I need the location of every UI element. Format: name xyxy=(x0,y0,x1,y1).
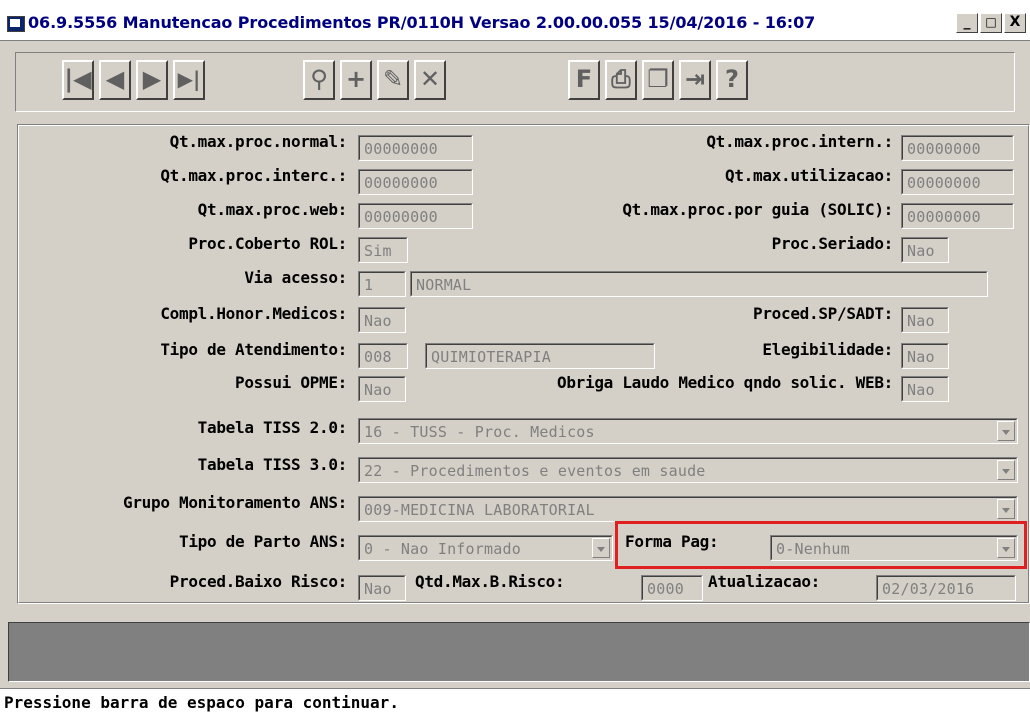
grupo-monitoramento-select[interactable]: 009-MEDICINA LABORATORIAL xyxy=(358,496,1018,522)
obriga-laudo-field[interactable]: Nao xyxy=(901,376,949,402)
tipo-parto-select[interactable]: 0 - Nao Informado xyxy=(358,535,613,561)
qt-max-utilizacao-field[interactable]: 00000000 xyxy=(901,169,1014,195)
proced-sp-sadt-label: Proced.SP/SADT: xyxy=(753,304,893,323)
compl-honor-medicos-label: Compl.Honor.Medicos: xyxy=(160,304,347,323)
qt-max-proc-intern-field[interactable]: 00000000 xyxy=(901,135,1014,161)
maximize-button[interactable]: □ xyxy=(980,13,1002,33)
atualizacao-field[interactable]: 02/03/2016 xyxy=(876,575,1016,601)
qt-max-proc-interc-field[interactable]: 00000000 xyxy=(358,169,473,195)
qt-max-proc-intern-label: Qt.max.proc.intern.: xyxy=(706,132,893,151)
grupo-monitoramento-label: Grupo Monitoramento ANS: xyxy=(123,493,347,512)
elegibilidade-field[interactable]: Nao xyxy=(901,343,949,369)
print-icon[interactable]: ⎙ xyxy=(605,60,637,100)
qtd-max-b-risco-label: Qtd.Max.B.Risco: xyxy=(415,572,565,591)
forma-pag-highlight xyxy=(615,521,1027,569)
app-icon xyxy=(7,16,25,32)
qt-max-proc-normal-field[interactable]: 00000000 xyxy=(358,135,473,161)
chevron-down-icon[interactable] xyxy=(997,499,1015,519)
proced-baixo-risco-label: Proced.Baixo Risco: xyxy=(169,572,348,591)
proced-sp-sadt-field[interactable]: Nao xyxy=(901,307,949,333)
tabela-tiss-30-value: 22 - Procedimentos e eventos em saude xyxy=(364,462,706,480)
previous-record-icon[interactable]: ◀ xyxy=(99,60,131,100)
proc-coberto-rol-field[interactable]: Sim xyxy=(358,237,408,263)
proc-seriado-label: Proc.Seriado: xyxy=(771,234,894,253)
tipo-atendimento-code-field[interactable]: 008 xyxy=(358,343,408,369)
first-record-icon[interactable]: |◀ xyxy=(62,60,94,100)
window-title: 06.9.5556 Manutencao Procedimentos PR/01… xyxy=(28,13,816,32)
title-bar: 06.9.5556 Manutencao Procedimentos PR/01… xyxy=(0,0,1030,41)
qtd-max-b-risco-field[interactable]: 0000 xyxy=(641,575,703,601)
via-acesso-code-field[interactable]: 1 xyxy=(358,271,406,297)
close-button[interactable]: X xyxy=(1004,13,1026,33)
via-acesso-description: NORMAL xyxy=(410,271,988,297)
exit-icon[interactable]: ⇥ xyxy=(679,60,711,100)
via-acesso-label: Via acesso: xyxy=(244,268,347,287)
grupo-monitoramento-value: 009-MEDICINA LABORATORIAL xyxy=(364,501,595,519)
possui-opme-label: Possui OPME: xyxy=(235,373,347,392)
tabela-tiss-20-value: 16 - TUSS - Proc. Medicos xyxy=(364,423,595,441)
tabela-tiss-30-select[interactable]: 22 - Procedimentos e eventos em saude xyxy=(358,457,1018,483)
qt-max-proc-por-guia-label: Qt.max.proc.por guia (SOLIC): xyxy=(622,200,893,219)
tipo-atendimento-label: Tipo de Atendimento: xyxy=(160,340,347,359)
proc-seriado-field[interactable]: Nao xyxy=(901,237,949,263)
proc-coberto-rol-label: Proc.Coberto ROL: xyxy=(188,234,347,253)
edit-icon[interactable]: ✎ xyxy=(377,60,409,100)
search-icon[interactable]: ⚲ xyxy=(303,60,335,100)
help-icon[interactable]: ? xyxy=(716,60,748,100)
tabela-tiss-20-select[interactable]: 16 - TUSS - Proc. Medicos xyxy=(358,418,1018,444)
minimize-button[interactable]: _ xyxy=(956,13,978,33)
chevron-down-icon[interactable] xyxy=(592,538,610,558)
tabela-tiss-30-label: Tabela TISS 3.0: xyxy=(197,455,348,474)
obriga-laudo-label: Obriga Laudo Medico qndo solic. WEB: xyxy=(557,373,893,392)
filter-icon[interactable]: F xyxy=(568,60,600,100)
compl-honor-medicos-field[interactable]: Nao xyxy=(358,307,406,333)
qt-max-proc-web-label: Qt.max.proc.web: xyxy=(197,200,348,219)
qt-max-proc-interc-label: Qt.max.proc.interc.: xyxy=(160,166,347,185)
copy-icon[interactable]: ❐ xyxy=(642,60,674,100)
add-icon[interactable]: + xyxy=(340,60,372,100)
chevron-down-icon[interactable] xyxy=(997,421,1015,441)
tabela-tiss-20-label: Tabela TISS 2.0: xyxy=(197,418,348,437)
qt-max-proc-por-guia-field[interactable]: 00000000 xyxy=(901,203,1014,229)
tipo-parto-value: 0 - Nao Informado xyxy=(364,540,521,558)
last-record-icon[interactable]: ▶| xyxy=(173,60,205,100)
elegibilidade-label: Elegibilidade: xyxy=(762,340,893,359)
status-bar: Pressione barra de espaco para continuar… xyxy=(0,688,1030,721)
next-record-icon[interactable]: ▶ xyxy=(136,60,168,100)
atualizacao-label: Atualizacao: xyxy=(708,572,820,591)
delete-icon[interactable]: ✕ xyxy=(414,60,446,100)
chevron-down-icon[interactable] xyxy=(997,460,1015,480)
proced-baixo-risco-field[interactable]: Nao xyxy=(358,575,406,601)
message-panel xyxy=(8,622,1030,682)
qt-max-proc-normal-label: Qt.max.proc.normal: xyxy=(169,132,348,151)
status-message: Pressione barra de espaco para continuar… xyxy=(4,693,399,712)
qt-max-proc-web-field[interactable]: 00000000 xyxy=(358,203,473,229)
qt-max-utilizacao-label: Qt.max.utilizacao: xyxy=(725,166,893,185)
possui-opme-field[interactable]: Nao xyxy=(358,376,406,402)
tipo-parto-label: Tipo de Parto ANS: xyxy=(179,532,347,551)
tipo-atendimento-description: QUIMIOTERAPIA xyxy=(425,343,655,369)
